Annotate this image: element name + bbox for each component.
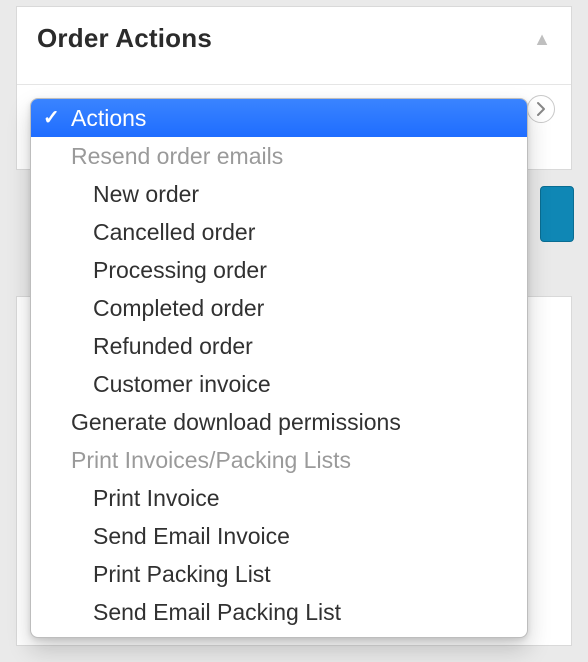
dropdown-list: ✓ Actions Resend order emails New order … — [31, 99, 527, 637]
dropdown-option-cancelled-order[interactable]: Cancelled order — [31, 213, 527, 251]
order-actions-dropdown[interactable]: ✓ Actions Resend order emails New order … — [30, 98, 528, 638]
dropdown-option-send-email-packing-list[interactable]: Send Email Packing List — [31, 593, 527, 631]
save-order-button[interactable] — [540, 186, 574, 242]
panel-collapse-toggle[interactable]: ▲ — [533, 30, 551, 48]
panel-header: Order Actions ▲ — [17, 7, 571, 84]
dropdown-option-print-invoice[interactable]: Print Invoice — [31, 479, 527, 517]
chevron-right-icon — [533, 101, 549, 117]
panel-title: Order Actions — [37, 23, 212, 54]
dropdown-group-resend-emails: Resend order emails — [31, 137, 527, 175]
dropdown-option-actions[interactable]: ✓ Actions — [31, 99, 527, 137]
dropdown-option-send-email-invoice[interactable]: Send Email Invoice — [31, 517, 527, 555]
dropdown-group-print-invoices: Print Invoices/Packing Lists — [31, 441, 527, 479]
dropdown-option-generate-permissions[interactable]: Generate download permissions — [31, 403, 527, 441]
dropdown-option-print-packing-list[interactable]: Print Packing List — [31, 555, 527, 593]
dropdown-option-processing-order[interactable]: Processing order — [31, 251, 527, 289]
dropdown-option-refunded-order[interactable]: Refunded order — [31, 327, 527, 365]
dropdown-option-label: Actions — [71, 105, 146, 131]
dropdown-option-customer-invoice[interactable]: Customer invoice — [31, 365, 527, 403]
refresh-icon[interactable] — [527, 95, 555, 123]
check-icon: ✓ — [43, 99, 60, 137]
dropdown-option-completed-order[interactable]: Completed order — [31, 289, 527, 327]
dropdown-option-new-order[interactable]: New order — [31, 175, 527, 213]
